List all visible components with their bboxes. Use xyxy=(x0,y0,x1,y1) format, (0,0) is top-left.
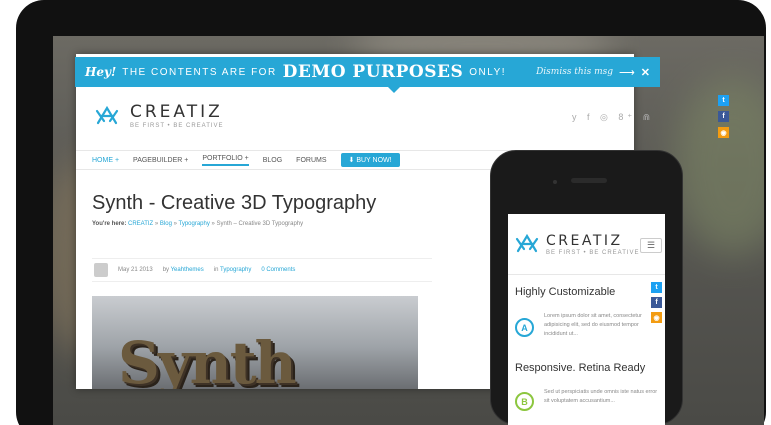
phone-speaker xyxy=(571,178,607,183)
phone-divider xyxy=(508,274,665,275)
breadcrumb-label: You're here: xyxy=(92,221,127,227)
nav-forums[interactable]: FORUMS xyxy=(296,157,326,164)
notice-text-1: THE CONTENTS ARE FOR xyxy=(122,66,277,78)
feature-a-badge: A xyxy=(515,318,534,337)
phone-brand-name: CREATIZ xyxy=(546,232,623,249)
by-label: by xyxy=(162,267,170,273)
post-comments[interactable]: 0 Comments xyxy=(261,267,295,273)
document-icon xyxy=(94,263,108,277)
post-date: May 21 2013 xyxy=(118,267,153,273)
breadcrumb: You're here: CREATIZ » Blog » Typography… xyxy=(92,221,304,227)
facebook-icon[interactable]: f xyxy=(718,111,729,122)
phone-logo[interactable]: CREATIZ BE FIRST • BE CREATIVE xyxy=(514,231,640,257)
feature-a-title: Highly Customizable xyxy=(515,286,616,298)
feature-b-badge: B xyxy=(515,392,534,411)
arrow-icon: ⟶ xyxy=(619,66,635,79)
breadcrumb-home[interactable]: CREATIZ xyxy=(128,221,153,227)
close-icon[interactable]: ✕ xyxy=(641,66,650,79)
feature-b-text: Sed ut perspiciatis unde omnis iste natu… xyxy=(544,389,658,404)
post-meta: May 21 2013 by Yeahthemes in Typography … xyxy=(92,258,432,282)
featured-image: Synth xyxy=(92,296,418,389)
phone-screen: CREATIZ BE FIRST • BE CREATIVE ☰ t f ◉ H… xyxy=(508,214,665,425)
rss-icon[interactable]: ◉ xyxy=(718,127,729,138)
feature-b-title: Responsive. Retina Ready xyxy=(515,362,646,374)
creatiz-logo-icon xyxy=(515,233,539,253)
brand-tagline: BE FIRST • BE CREATIVE xyxy=(130,123,224,129)
header-social-icons[interactable]: y f ◎ 8⁺ ⋒ xyxy=(572,112,654,123)
site-logo[interactable]: CREATIZ BE FIRST • BE CREATIVE xyxy=(94,102,224,129)
notice-hey: Hey! xyxy=(85,65,117,79)
buy-now-button[interactable]: ⬇ BUY NOW! xyxy=(340,153,400,167)
notice-caret xyxy=(388,87,400,93)
phone-camera xyxy=(553,180,557,184)
post-author[interactable]: Yeahthemes xyxy=(171,267,204,273)
phone-device: CREATIZ BE FIRST • BE CREATIVE ☰ t f ◉ H… xyxy=(490,150,683,425)
brand-name: CREATIZ xyxy=(130,102,223,122)
breadcrumb-blog[interactable]: Blog xyxy=(160,221,172,227)
post-category[interactable]: Typography xyxy=(220,267,251,273)
facebook-icon[interactable]: f xyxy=(651,297,662,308)
twitter-icon[interactable]: t xyxy=(718,95,729,106)
featured-image-text: Synth xyxy=(118,329,297,389)
feature-a-text: Lorem ipsum dolor sit amet, consectetur … xyxy=(544,313,642,337)
post-title: Synth - Creative 3D Typography xyxy=(92,192,377,214)
menu-toggle-button[interactable]: ☰ xyxy=(640,238,662,253)
demo-notice-bar: Hey! THE CONTENTS ARE FOR DEMO PURPOSES … xyxy=(75,57,660,87)
nav-home[interactable]: HOME + xyxy=(92,157,119,164)
phone-brand-tagline: BE FIRST • BE CREATIVE xyxy=(546,249,640,256)
twitter-icon[interactable]: t xyxy=(651,282,662,293)
notice-text-2: ONLY! xyxy=(469,66,507,78)
creatiz-logo-icon xyxy=(95,105,119,124)
breadcrumb-current: Synth – Creative 3D Typography xyxy=(216,221,304,227)
nav-blog[interactable]: BLOG xyxy=(263,157,282,164)
nav-portfolio[interactable]: PORTFOLIO + xyxy=(202,155,249,166)
side-social-bar: t f ◉ xyxy=(718,95,729,138)
breadcrumb-category[interactable]: Typography xyxy=(178,221,209,227)
dismiss-link[interactable]: Dismiss this msg xyxy=(536,67,613,77)
notice-highlight: DEMO PURPOSES xyxy=(282,62,464,82)
nav-pagebuilder[interactable]: PAGEBUILDER + xyxy=(133,157,188,164)
in-label: in xyxy=(213,267,219,273)
